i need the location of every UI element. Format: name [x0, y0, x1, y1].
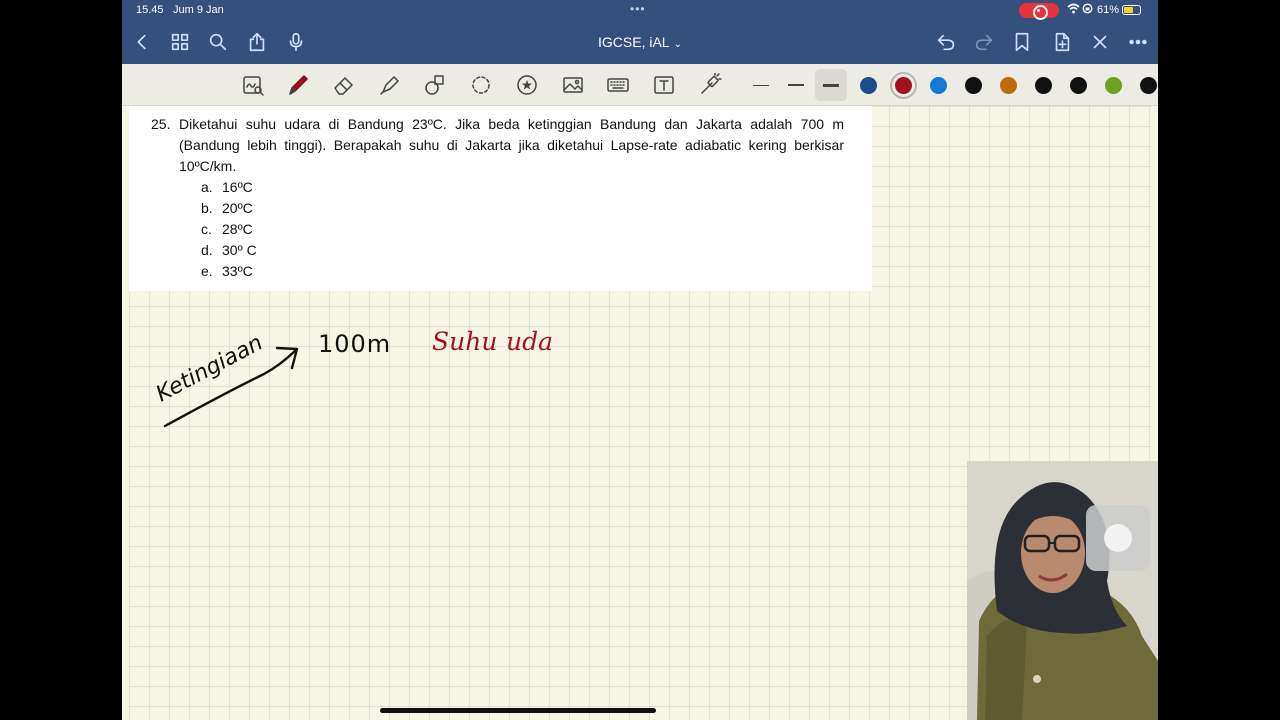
close-icon[interactable]: [1088, 30, 1112, 54]
handwriting-suhu: Suhu: [432, 327, 497, 356]
camera-overlay: [967, 461, 1158, 720]
more-icon[interactable]: [1126, 30, 1150, 54]
stroke-medium[interactable]: [780, 69, 812, 101]
home-indicator[interactable]: [380, 708, 656, 713]
chevron-down-icon: ⌄: [673, 39, 682, 50]
color-swatch-selected[interactable]: [895, 77, 912, 94]
stroke-thick-selected[interactable]: [815, 69, 847, 101]
assistive-touch-button[interactable]: [1086, 505, 1150, 571]
stroke-thin[interactable]: [745, 69, 777, 101]
elements-icon[interactable]: [513, 71, 541, 99]
handwriting-height: 100m: [318, 330, 391, 358]
pen-icon[interactable]: [284, 71, 312, 99]
status-time: 15.45: [136, 4, 164, 16]
color-swatch[interactable]: [1140, 77, 1157, 94]
color-swatch[interactable]: [930, 77, 947, 94]
battery-icon: [1122, 5, 1141, 15]
multitasking-dots-icon[interactable]: •••: [630, 2, 646, 16]
laser-pointer-icon[interactable]: [696, 71, 724, 99]
assistive-touch-icon: [1104, 524, 1132, 552]
rotation-lock-icon: [1082, 3, 1093, 17]
color-swatch[interactable]: [1000, 77, 1017, 94]
color-swatch[interactable]: [1070, 77, 1087, 94]
battery-percent: 61%: [1097, 4, 1120, 16]
add-page-icon[interactable]: [1050, 30, 1074, 54]
color-swatch[interactable]: [1035, 77, 1052, 94]
status-date: Jum 9 Jan: [173, 4, 224, 16]
image-icon[interactable]: [559, 71, 587, 99]
shapes-icon[interactable]: [421, 71, 449, 99]
drawing-toolbar: [122, 64, 1158, 106]
bookmark-icon[interactable]: [1010, 30, 1034, 54]
eraser-icon[interactable]: [330, 71, 358, 99]
battery-level: [1124, 7, 1133, 13]
color-swatch[interactable]: [860, 77, 877, 94]
zoom-window-icon[interactable]: [239, 71, 267, 99]
highlighter-icon[interactable]: [376, 71, 404, 99]
keyboard-icon[interactable]: [604, 71, 632, 99]
handwriting-udara: uda: [506, 327, 553, 356]
screen-recording-icon[interactable]: [1019, 3, 1059, 20]
undo-icon[interactable]: [934, 30, 958, 54]
top-bar: 15.45 Jum 9 Jan ••• 61% IGCSE, iAL ⌄: [122, 0, 1158, 64]
color-swatch[interactable]: [1105, 77, 1122, 94]
color-swatch[interactable]: [965, 77, 982, 94]
ipad-screen: 15.45 Jum 9 Jan ••• 61% IGCSE, iAL ⌄ 25.…: [122, 0, 1158, 720]
wifi-icon: [1067, 3, 1080, 17]
redo-icon[interactable]: [972, 30, 996, 54]
handwriting-ketinggian: Ketingiaan: [152, 330, 267, 407]
document-title[interactable]: IGCSE, iAL ⌄: [122, 34, 1158, 50]
text-icon[interactable]: [650, 71, 678, 99]
lasso-icon[interactable]: [467, 71, 495, 99]
